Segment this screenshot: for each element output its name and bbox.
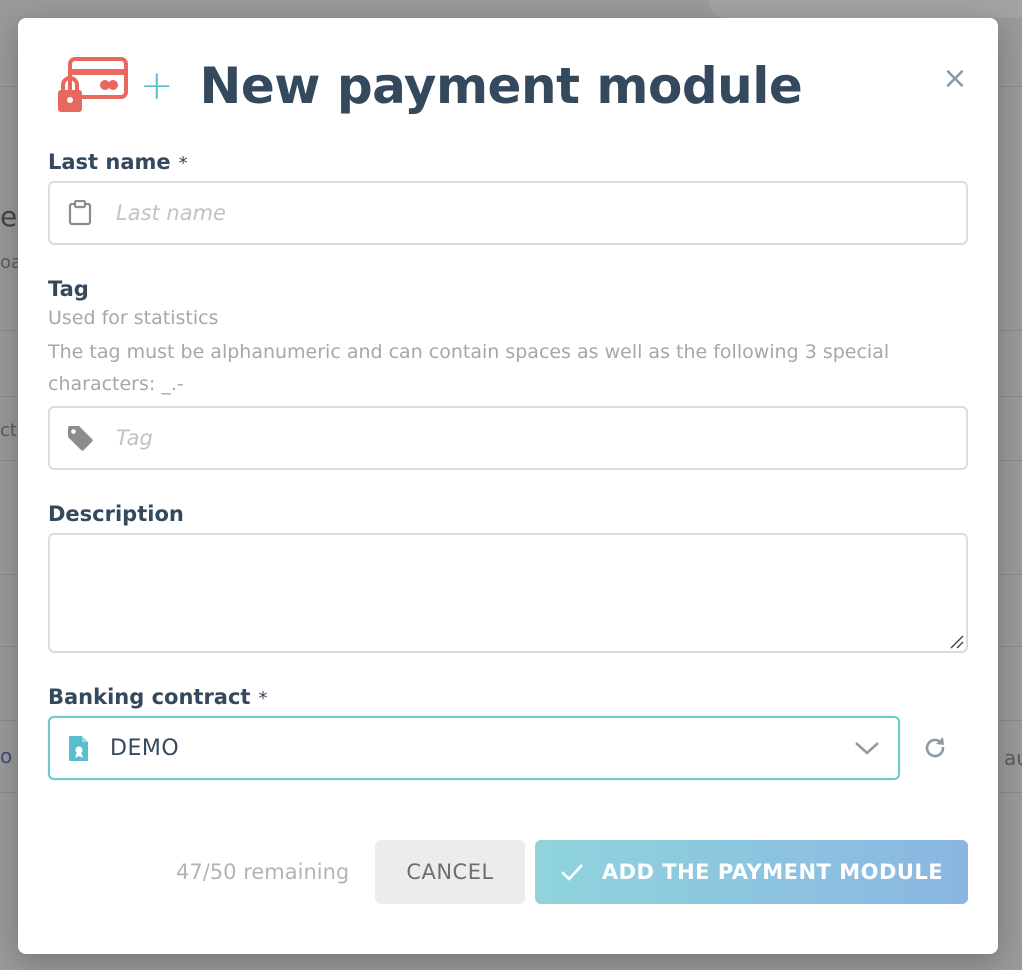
last-name-input[interactable] bbox=[116, 201, 936, 225]
required-mark: * bbox=[178, 153, 188, 174]
contract-document-icon bbox=[68, 734, 92, 762]
credit-card-lock-icon bbox=[56, 57, 130, 115]
resize-grip-icon[interactable] bbox=[948, 633, 964, 649]
add-payment-module-label: ADD THE PAYMENT MODULE bbox=[601, 860, 944, 884]
remaining-count: 47/50 remaining bbox=[176, 860, 350, 884]
required-mark: * bbox=[258, 688, 268, 709]
close-button[interactable]: × bbox=[942, 64, 968, 94]
tag-help-rules: The tag must be alphanumeric and can con… bbox=[48, 341, 890, 395]
last-name-field[interactable] bbox=[48, 181, 968, 245]
banking-contract-label: Banking contract * bbox=[48, 685, 267, 709]
new-payment-module-dialog: + New payment module × Last name * Tag Us… bbox=[18, 18, 998, 954]
check-icon bbox=[560, 862, 584, 882]
background-link: o bbox=[0, 744, 13, 768]
plus-icon: + bbox=[140, 63, 174, 109]
background-text: au bbox=[1004, 746, 1022, 770]
tag-help-statistics: Used for statistics bbox=[48, 307, 219, 329]
refresh-icon[interactable] bbox=[921, 734, 949, 762]
add-payment-module-button[interactable]: ADD THE PAYMENT MODULE bbox=[535, 840, 968, 904]
clipboard-icon bbox=[66, 199, 94, 227]
cancel-button[interactable]: CANCEL bbox=[375, 840, 525, 904]
description-textarea[interactable] bbox=[48, 533, 968, 653]
last-name-label: Last name * bbox=[48, 150, 188, 174]
tag-icon bbox=[66, 424, 94, 452]
dialog-title: New payment module bbox=[199, 57, 803, 115]
banking-contract-label-text: Banking contract bbox=[48, 685, 251, 709]
tag-label: Tag bbox=[48, 277, 89, 301]
description-label: Description bbox=[48, 502, 184, 526]
background-text: e bbox=[0, 200, 18, 233]
dialog-header: + New payment module bbox=[56, 54, 803, 118]
banking-contract-value: DEMO bbox=[110, 735, 180, 761]
last-name-label-text: Last name bbox=[48, 150, 171, 174]
close-icon: × bbox=[942, 61, 968, 96]
banking-contract-select[interactable]: DEMO bbox=[48, 716, 900, 780]
chevron-down-icon bbox=[854, 738, 880, 758]
background-pill bbox=[708, 0, 1022, 18]
tag-field[interactable] bbox=[48, 406, 968, 470]
tag-input[interactable] bbox=[116, 426, 936, 450]
